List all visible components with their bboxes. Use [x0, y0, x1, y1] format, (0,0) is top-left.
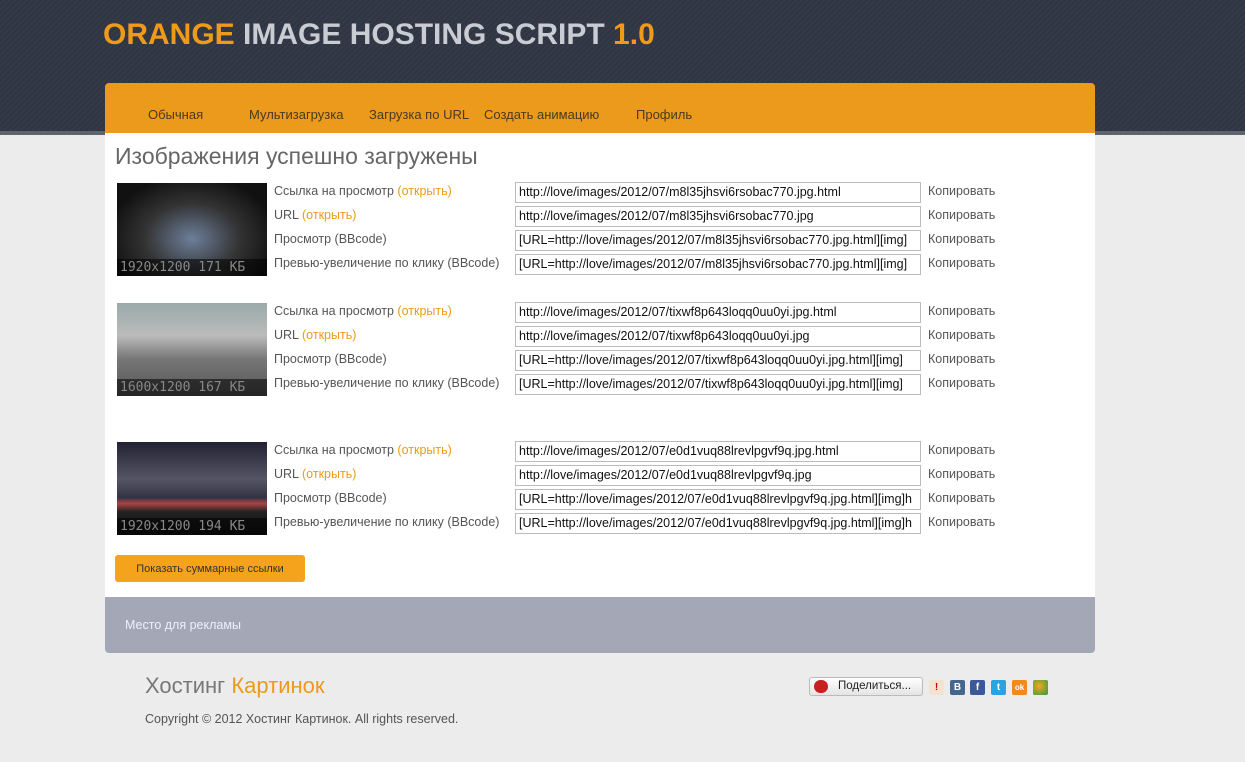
ad-text: Место для рекламы	[125, 618, 241, 632]
link-field-bb[interactable]: [URL=http://love/images/2012/07/m8l35jhs…	[515, 230, 921, 251]
facebook-icon[interactable]: f	[970, 680, 985, 695]
image-thumbnail[interactable]: 1920x1200 194 КБ	[117, 442, 267, 535]
label-bb: Просмотр (BBcode)	[274, 352, 387, 366]
footer-logo: Хостинг Картинок	[145, 673, 325, 698]
open-link[interactable]: (открыть)	[302, 208, 356, 222]
link-field-url[interactable]: http://love/images/2012/07/e0d1vuq88lrev…	[515, 465, 921, 486]
link-field-zoom[interactable]: [URL=http://love/images/2012/07/tixwf8p6…	[515, 374, 921, 395]
copy-button[interactable]: Копировать	[928, 256, 995, 270]
copyright: Copyright © 2012 Хостинг Картинок. All r…	[145, 712, 459, 726]
label-bb: Просмотр (BBcode)	[274, 232, 387, 246]
open-link[interactable]: (открыть)	[302, 328, 356, 342]
nav-normal[interactable]: Обычная	[148, 107, 203, 122]
nav-multiupload[interactable]: Мультизагрузка	[249, 107, 343, 122]
label-url: URL (открыть)	[274, 328, 357, 342]
copy-button[interactable]: Копировать	[928, 491, 995, 505]
vk-icon[interactable]: В	[950, 680, 965, 695]
label-zoom: Превью-увеличение по клику (BBcode)	[274, 376, 500, 390]
moimir-icon[interactable]	[1033, 680, 1048, 695]
ad-area: Место для рекламы	[105, 597, 1095, 653]
label-view: Ссылка на просмотр (открыть)	[274, 304, 452, 318]
link-field-zoom[interactable]: [URL=http://love/images/2012/07/e0d1vuq8…	[515, 513, 921, 534]
label-url: URL (открыть)	[274, 208, 357, 222]
link-field-view[interactable]: http://love/images/2012/07/tixwf8p643loq…	[515, 302, 921, 323]
label-zoom: Превью-увеличение по клику (BBcode)	[274, 256, 500, 270]
image-result: 1920x1200 194 КБ Ссылка на просмотр (откр…	[117, 441, 1087, 557]
image-info: 1600x1200 167 КБ	[117, 379, 267, 396]
image-result: 1600x1200 167 КБ Ссылка на просмотр (откр…	[117, 302, 1087, 418]
nav-url-upload[interactable]: Загрузка по URL	[369, 107, 469, 122]
share-button[interactable]: Поделиться...	[809, 677, 923, 696]
copy-button[interactable]: Копировать	[928, 304, 995, 318]
copy-button[interactable]: Копировать	[928, 467, 995, 481]
image-info: 1920x1200 194 КБ	[117, 518, 267, 535]
link-field-bb[interactable]: [URL=http://love/images/2012/07/e0d1vuq8…	[515, 489, 921, 510]
copy-button[interactable]: Копировать	[928, 376, 995, 390]
link-field-view[interactable]: http://love/images/2012/07/m8l35jhsvi6rs…	[515, 182, 921, 203]
image-result: 1920x1200 171 КБ Ссылка на просмотр (откр…	[117, 182, 1087, 298]
link-field-bb[interactable]: [URL=http://love/images/2012/07/tixwf8p6…	[515, 350, 921, 371]
label-url: URL (открыть)	[274, 467, 357, 481]
link-field-url[interactable]: http://love/images/2012/07/tixwf8p643loq…	[515, 326, 921, 347]
main-nav: Обычная Мультизагрузка Загрузка по URL С…	[105, 83, 1095, 133]
page-title: Изображения успешно загружены	[115, 143, 478, 169]
odnoklassniki-icon[interactable]: ok	[1012, 680, 1027, 695]
image-thumbnail[interactable]: 1600x1200 167 КБ	[117, 303, 267, 396]
share-icon	[814, 680, 828, 693]
site-logo[interactable]: ORANGE IMAGE HOSTING SCRIPT 1.0	[103, 18, 655, 52]
copy-button[interactable]: Копировать	[928, 232, 995, 246]
open-link[interactable]: (открыть)	[302, 467, 356, 481]
nav-profile[interactable]: Профиль	[636, 107, 692, 122]
content: Изображения успешно загружены 1920x1200 …	[105, 133, 1095, 597]
link-field-url[interactable]: http://love/images/2012/07/m8l35jhsvi6rs…	[515, 206, 921, 227]
image-info: 1920x1200 171 КБ	[117, 259, 267, 276]
copy-button[interactable]: Копировать	[928, 328, 995, 342]
copy-button[interactable]: Копировать	[928, 443, 995, 457]
label-zoom: Превью-увеличение по клику (BBcode)	[274, 515, 500, 529]
open-link[interactable]: (открыть)	[397, 443, 451, 457]
copy-button[interactable]: Копировать	[928, 515, 995, 529]
show-summary-links-button[interactable]: Показать суммарные ссылки	[115, 555, 305, 582]
label-view: Ссылка на просмотр (открыть)	[274, 184, 452, 198]
bookmark-icon[interactable]: !	[929, 680, 944, 695]
nav-create-animation[interactable]: Создать анимацию	[484, 107, 599, 122]
label-view: Ссылка на просмотр (открыть)	[274, 443, 452, 457]
copy-button[interactable]: Копировать	[928, 208, 995, 222]
link-field-view[interactable]: http://love/images/2012/07/e0d1vuq88lrev…	[515, 441, 921, 462]
image-thumbnail[interactable]: 1920x1200 171 КБ	[117, 183, 267, 276]
twitter-icon[interactable]: t	[991, 680, 1006, 695]
open-link[interactable]: (открыть)	[397, 304, 451, 318]
copy-button[interactable]: Копировать	[928, 352, 995, 366]
copy-button[interactable]: Копировать	[928, 184, 995, 198]
label-bb: Просмотр (BBcode)	[274, 491, 387, 505]
open-link[interactable]: (открыть)	[397, 184, 451, 198]
link-field-zoom[interactable]: [URL=http://love/images/2012/07/m8l35jhs…	[515, 254, 921, 275]
